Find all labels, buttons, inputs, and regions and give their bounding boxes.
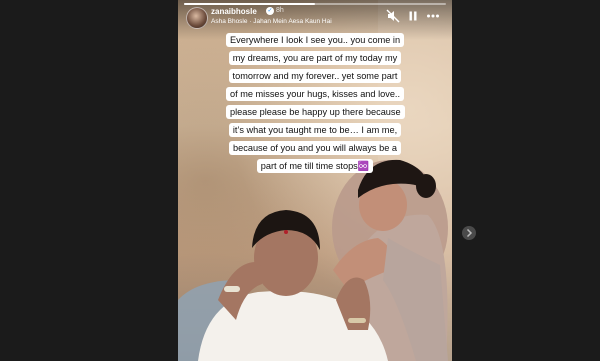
pause-icon[interactable] bbox=[406, 9, 420, 23]
more-options-icon[interactable] bbox=[426, 9, 440, 23]
chevron-right-icon bbox=[466, 228, 473, 238]
username[interactable]: zanaibhosle bbox=[211, 7, 257, 16]
next-story-button[interactable] bbox=[462, 226, 476, 240]
story-header: zanaibhosle ✓ 8h Asha Bhosle · Jahan Mei… bbox=[178, 0, 452, 34]
story-caption: Everywhere I look I see you.. you come i… bbox=[178, 30, 452, 174]
verified-badge-icon: ✓ bbox=[266, 7, 274, 15]
music-track[interactable]: Asha Bhosle · Jahan Mein Aesa Kaun Hai bbox=[211, 18, 332, 25]
mute-icon[interactable] bbox=[386, 9, 400, 23]
post-time: 8h bbox=[276, 7, 284, 14]
caption-text: Everywhere I look I see you.. you come i… bbox=[226, 33, 405, 173]
story-viewer[interactable]: zanaibhosle ✓ 8h Asha Bhosle · Jahan Mei… bbox=[178, 0, 452, 361]
avatar[interactable] bbox=[186, 7, 208, 29]
